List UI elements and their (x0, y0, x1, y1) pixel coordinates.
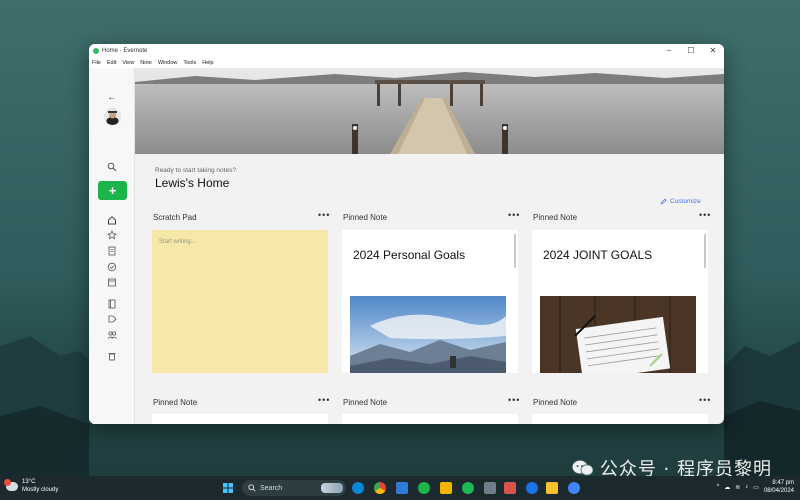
window-controls: – ☐ ✕ (658, 44, 724, 58)
pinned-note-heading: Pinned Note (533, 398, 578, 407)
search-highlight-image (321, 483, 343, 493)
menu-tools[interactable]: Tools (183, 60, 196, 66)
clock[interactable]: 8:47 pm 08/04/2024 (764, 479, 794, 495)
scratch-pad-more-button[interactable]: ••• (318, 210, 330, 220)
notebook-icon[interactable] (107, 299, 117, 309)
taskbar-search[interactable]: Search (242, 480, 346, 496)
cloudy-weather-icon (4, 478, 18, 491)
pinned-note-card[interactable] (342, 414, 518, 424)
search-icon[interactable] (107, 162, 117, 172)
home-main: Ready to start taking notes? Lewis's Hom… (135, 68, 724, 424)
card-scrollbar[interactable] (514, 234, 516, 268)
windows-start-icon[interactable] (222, 482, 234, 494)
pinned-note-card[interactable] (532, 414, 708, 424)
avatar-image (104, 108, 121, 125)
pinned-note-heading: Pinned Note (343, 398, 388, 407)
tasks-icon[interactable] (107, 262, 117, 272)
pinned-note-card[interactable]: 2024 Personal Goals (342, 230, 518, 373)
menu-file[interactable]: File (92, 60, 101, 66)
menu-window[interactable]: Window (158, 60, 178, 66)
card-scrollbar[interactable] (704, 234, 706, 268)
pinned-note-more-button[interactable]: ••• (699, 210, 711, 220)
title-bar[interactable]: Home - Evernote – ☐ ✕ (89, 44, 724, 58)
trash-icon[interactable] (107, 351, 117, 361)
pinned-note-more-button[interactable]: ••• (508, 395, 520, 405)
maximize-button[interactable]: ☐ (680, 44, 702, 58)
close-button[interactable]: ✕ (702, 44, 724, 58)
outlook-icon[interactable] (396, 482, 408, 494)
scratch-pad-placeholder: Start writing... (159, 239, 196, 245)
menu-view[interactable]: View (122, 60, 134, 66)
page-title: Lewis's Home (155, 176, 230, 190)
pinned-note-more-button[interactable]: ••• (699, 395, 711, 405)
file-explorer-icon[interactable] (440, 482, 452, 494)
weather-widget[interactable]: 13°C Mostly cloudy (4, 478, 58, 494)
app-icon[interactable] (526, 482, 538, 494)
pinned-note-heading: Pinned Note (153, 398, 198, 407)
menu-bar: File Edit View Note Window Tools Help (89, 58, 724, 68)
notes-app-icon[interactable] (546, 482, 558, 494)
sidebar: ← + ? (89, 68, 135, 424)
home-icon[interactable] (107, 215, 117, 225)
tags-icon[interactable] (107, 314, 117, 324)
pinned-note-more-button[interactable]: ••• (508, 210, 520, 220)
evernote-logo-icon (93, 48, 99, 54)
avatar[interactable] (104, 108, 121, 125)
menu-edit[interactable]: Edit (107, 60, 116, 66)
clock-date: 08/04/2024 (763, 488, 794, 494)
evernote-icon[interactable] (418, 482, 430, 494)
calculator-icon[interactable] (484, 482, 496, 494)
shared-icon[interactable] (107, 330, 117, 340)
home-greeting: Ready to start taking notes? (155, 167, 236, 174)
scratch-pad[interactable]: Start writing... (152, 230, 328, 373)
battery-icon[interactable]: ▭ (753, 484, 759, 491)
cloud-icon[interactable]: ☁ (724, 484, 730, 491)
pinned-note-heading: Pinned Note (343, 213, 388, 222)
pinned-note-title: 2024 Personal Goals (353, 248, 466, 262)
wechat-icon (572, 460, 594, 476)
taskbar: 13°C Mostly cloudy Search ^ ☁ ≋ ♪ ▭ 8:47… (0, 476, 800, 500)
pinned-note-card[interactable]: 2024 JOINT GOALS (532, 230, 708, 373)
system-tray: ^ ☁ ≋ ♪ ▭ 8:47 pm 08/04/2024 (716, 479, 794, 495)
pinned-note-heading: Pinned Note (533, 213, 578, 222)
customize-label: Customize (670, 198, 701, 205)
pinned-note-image (350, 296, 506, 373)
clock-time: 8:47 pm (772, 480, 794, 486)
pinned-note-more-button[interactable]: ••• (318, 395, 330, 405)
search-icon (248, 484, 256, 492)
weather-text: 13°C Mostly cloudy (22, 478, 58, 494)
customize-button[interactable]: Customize (660, 198, 701, 205)
window-title: Home - Evernote (102, 48, 148, 54)
home-banner-image (135, 68, 724, 154)
pinned-note-card[interactable] (152, 414, 328, 424)
star-icon[interactable] (107, 230, 117, 240)
scratch-pad-heading: Scratch Pad (153, 213, 197, 222)
app-icon[interactable] (504, 482, 516, 494)
spotify-icon[interactable] (462, 482, 474, 494)
minimize-button[interactable]: – (658, 44, 680, 58)
pinned-note-image (540, 296, 696, 373)
weather-condition: Mostly cloudy (22, 487, 59, 493)
search-label: Search (260, 484, 283, 492)
chrome-icon[interactable] (374, 482, 386, 494)
notes-icon[interactable] (107, 246, 117, 256)
menu-note[interactable]: Note (140, 60, 152, 66)
edge-icon[interactable] (352, 482, 364, 494)
chevron-up-icon[interactable]: ^ (716, 484, 719, 490)
evernote-window: Home - Evernote – ☐ ✕ File Edit View Not… (89, 44, 724, 424)
menu-help[interactable]: Help (202, 60, 213, 66)
pinned-note-title: 2024 JOINT GOALS (543, 248, 653, 262)
pencil-icon (660, 198, 667, 205)
back-arrow-icon[interactable]: ← (107, 93, 117, 103)
calendar-icon[interactable] (107, 277, 117, 287)
new-note-button[interactable]: + (98, 181, 127, 200)
volume-icon[interactable]: ♪ (745, 484, 748, 490)
wifi-icon[interactable]: ≋ (735, 484, 740, 491)
app-icon[interactable] (568, 482, 580, 494)
temperature: 13°C (22, 479, 36, 485)
